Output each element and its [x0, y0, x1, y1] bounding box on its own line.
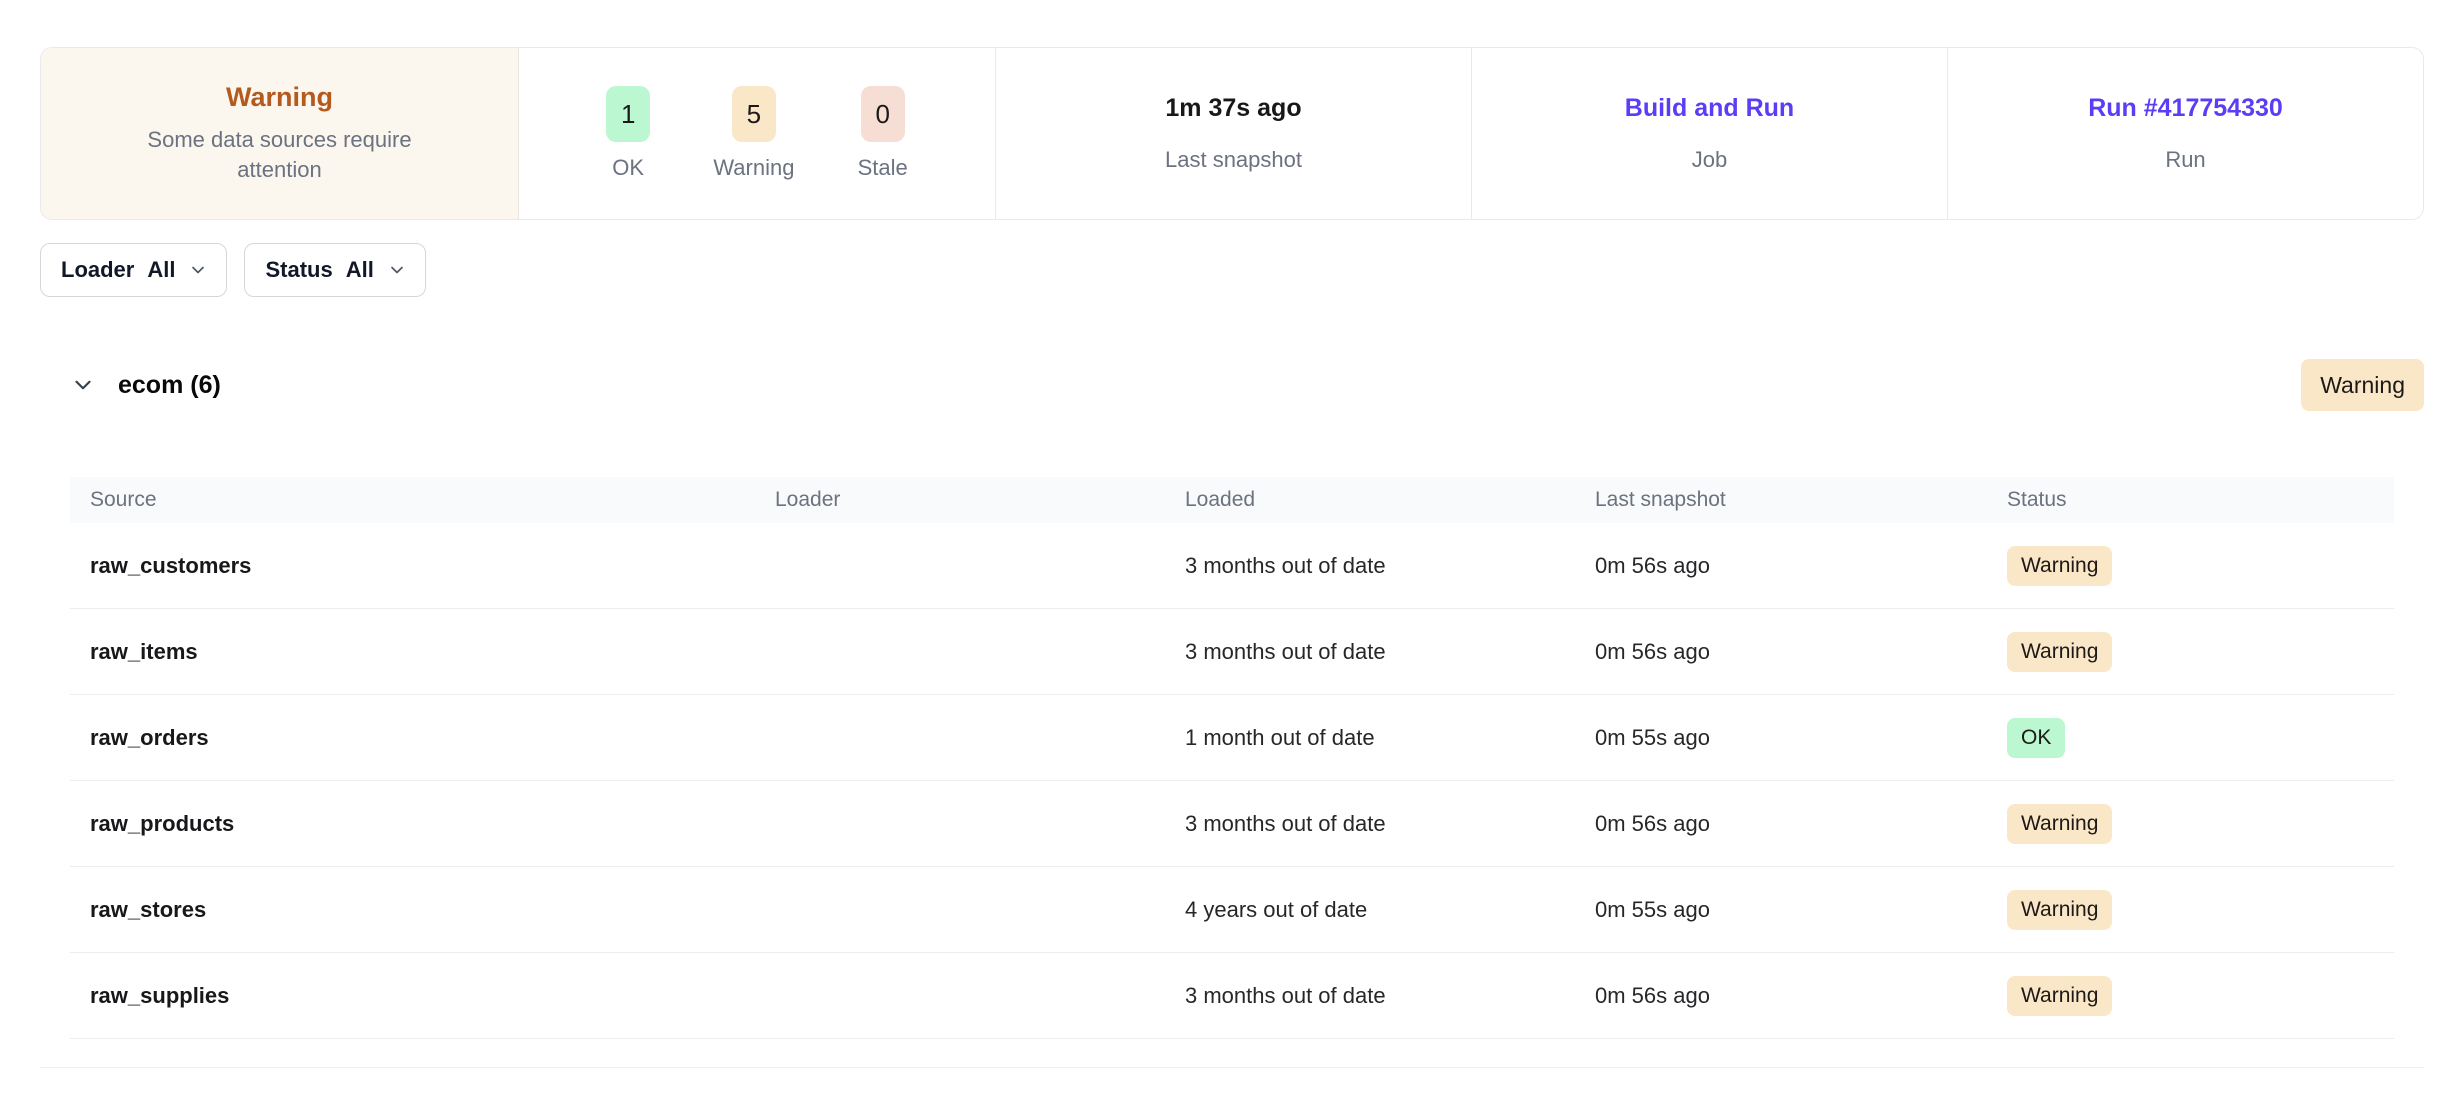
run-cell: Run #417754330 Run — [1948, 48, 2423, 219]
chevron-down-icon — [387, 260, 407, 280]
chevron-down-icon — [188, 260, 208, 280]
status-badge: Warning — [2007, 632, 2112, 672]
source-name[interactable]: raw_items — [70, 639, 775, 665]
loader-filter-value: All — [147, 257, 175, 283]
status-counts: 1 OK 5 Warning 0 Stale — [519, 48, 996, 219]
source-name[interactable]: raw_stores — [70, 897, 775, 923]
job-link[interactable]: Build and Run — [1625, 94, 1794, 123]
status-badge: OK — [2007, 718, 2065, 758]
column-header-last-snapshot: Last snapshot — [1595, 488, 2007, 512]
stat-stale-label: Stale — [858, 155, 908, 181]
stat-ok-count: 1 — [606, 86, 650, 142]
loaded-cell: 3 months out of date — [1185, 639, 1595, 665]
status-filter-label: Status — [265, 257, 332, 283]
summary-bar: Warning Some data sources require attent… — [40, 47, 2424, 220]
group-header-ecom[interactable]: ecom (6) Warning — [40, 359, 2424, 411]
table-row[interactable]: raw_items 3 months out of date 0m 56s ag… — [70, 609, 2394, 695]
source-name[interactable]: raw_orders — [70, 725, 775, 751]
filter-bar: Loader All Status All — [40, 243, 2424, 297]
overall-status-subtitle: Some data sources require attention — [110, 125, 450, 184]
stat-warning: 5 Warning — [713, 86, 794, 181]
stat-ok: 1 OK — [606, 86, 650, 181]
loaded-cell: 3 months out of date — [1185, 553, 1595, 579]
last-snapshot-value: 1m 37s ago — [1165, 94, 1301, 123]
column-header-loader: Loader — [775, 488, 1185, 512]
loaded-cell: 3 months out of date — [1185, 811, 1595, 837]
sources-table: Source Loader Loaded Last snapshot Statu… — [70, 477, 2394, 1039]
status-filter-dropdown[interactable]: Status All — [244, 243, 425, 297]
chevron-down-icon — [70, 372, 96, 398]
loader-filter-label: Loader — [61, 257, 134, 283]
last-snapshot-cell: 0m 56s ago — [1595, 639, 2007, 665]
last-snapshot-cell: 0m 56s ago — [1595, 811, 2007, 837]
loaded-cell: 3 months out of date — [1185, 983, 1595, 1009]
stat-stale: 0 Stale — [858, 86, 908, 181]
last-snapshot-cell: 1m 37s ago Last snapshot — [996, 48, 1472, 219]
source-name[interactable]: raw_products — [70, 811, 775, 837]
stat-stale-count: 0 — [861, 86, 905, 142]
status-filter-value: All — [346, 257, 374, 283]
loaded-cell: 4 years out of date — [1185, 897, 1595, 923]
loader-filter-dropdown[interactable]: Loader All — [40, 243, 227, 297]
source-name[interactable]: raw_supplies — [70, 983, 775, 1009]
table-row[interactable]: raw_orders 1 month out of date 0m 55s ag… — [70, 695, 2394, 781]
stat-warning-label: Warning — [713, 155, 794, 181]
status-badge: Warning — [2007, 890, 2112, 930]
table-row[interactable]: raw_products 3 months out of date 0m 56s… — [70, 781, 2394, 867]
run-link[interactable]: Run #417754330 — [2088, 94, 2283, 123]
run-label: Run — [2165, 147, 2205, 173]
last-snapshot-label: Last snapshot — [1165, 147, 1302, 173]
job-cell: Build and Run Job — [1472, 48, 1948, 219]
job-label: Job — [1692, 147, 1727, 173]
group-status-badge: Warning — [2301, 359, 2424, 411]
column-header-source: Source — [70, 488, 775, 512]
group-title: ecom (6) — [118, 371, 221, 400]
table-row[interactable]: raw_supplies 3 months out of date 0m 56s… — [70, 953, 2394, 1039]
last-snapshot-cell: 0m 56s ago — [1595, 983, 2007, 1009]
overall-status-title: Warning — [226, 82, 333, 113]
last-snapshot-cell: 0m 55s ago — [1595, 897, 2007, 923]
last-snapshot-cell: 0m 55s ago — [1595, 725, 2007, 751]
overall-status-card: Warning Some data sources require attent… — [41, 48, 519, 219]
source-name[interactable]: raw_customers — [70, 553, 775, 579]
table-header-row: Source Loader Loaded Last snapshot Statu… — [70, 477, 2394, 523]
status-badge: Warning — [2007, 976, 2112, 1016]
stat-ok-label: OK — [612, 155, 644, 181]
last-snapshot-cell: 0m 56s ago — [1595, 553, 2007, 579]
stat-warning-count: 5 — [732, 86, 776, 142]
table-row[interactable]: raw_customers 3 months out of date 0m 56… — [70, 523, 2394, 609]
table-row[interactable]: raw_stores 4 years out of date 0m 55s ag… — [70, 867, 2394, 953]
status-badge: Warning — [2007, 804, 2112, 844]
column-header-status: Status — [2007, 488, 2394, 512]
status-badge: Warning — [2007, 546, 2112, 586]
section-divider — [40, 1067, 2424, 1068]
column-header-loaded: Loaded — [1185, 488, 1595, 512]
loaded-cell: 1 month out of date — [1185, 725, 1595, 751]
